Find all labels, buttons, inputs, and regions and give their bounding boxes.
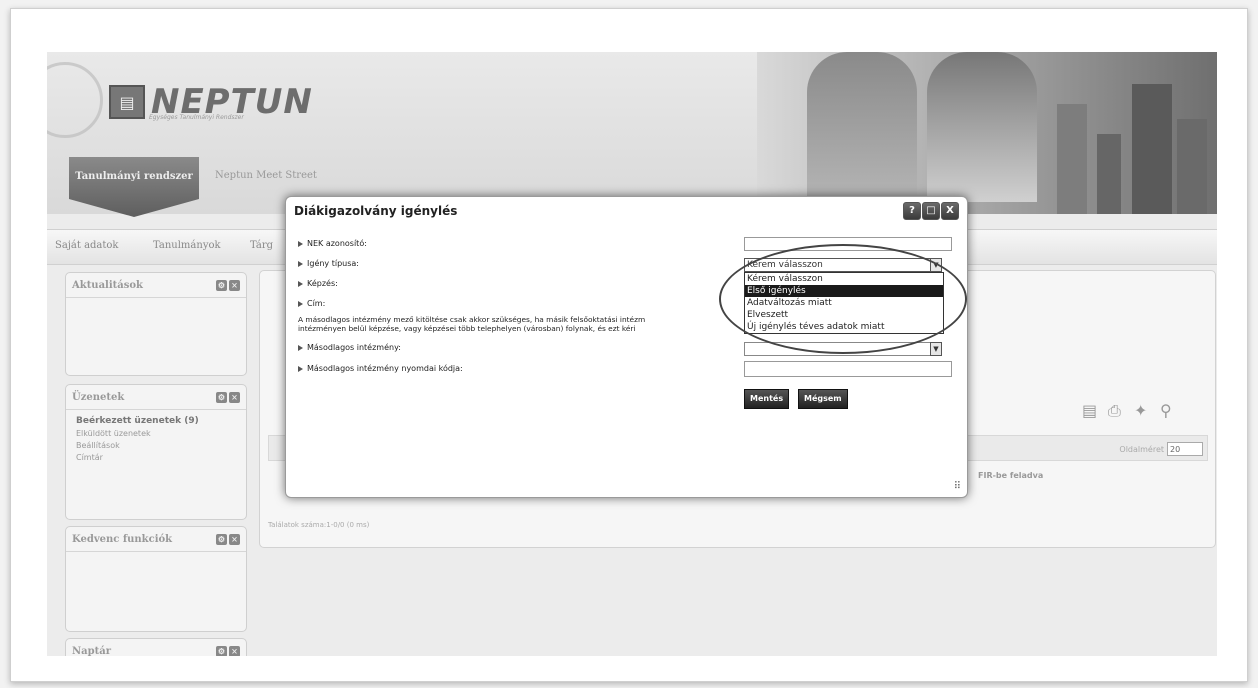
panel-settings-icon[interactable]: ⚙	[216, 645, 227, 656]
pin-icon[interactable]: ✦	[1134, 401, 1152, 420]
row-nek: NEK azonosító:	[298, 239, 367, 248]
secondary-institution-note: A másodlagos intézmény mező kitöltése cs…	[298, 315, 748, 333]
link-elkuldott-uzenetek[interactable]: Elküldött üzenetek	[76, 429, 246, 438]
panel-title: Kedvenc funkciók	[72, 533, 173, 545]
logo-book-icon: ▤	[109, 85, 145, 119]
student-male-photo	[807, 52, 917, 202]
maximize-icon[interactable]: □	[922, 202, 940, 220]
bullet-icon	[298, 240, 303, 247]
panel-naptar: Naptár ⚙ ×	[65, 638, 247, 656]
cancel-button[interactable]: Mégsem	[798, 389, 848, 409]
panel-close-icon[interactable]: ×	[229, 279, 240, 291]
skyline-building	[1097, 134, 1121, 214]
results-count: Találatok száma:1-0/0 (0 ms)	[268, 521, 370, 529]
menu-tanulmanyok[interactable]: Tanulmányok	[153, 240, 221, 251]
panel-header: Naptár ⚙ ×	[66, 639, 246, 656]
highlight-ellipse	[719, 244, 967, 354]
tab-tanulmanyi-rendszer[interactable]: Tanulmányi rendszer	[69, 157, 199, 217]
panel-settings-icon[interactable]: ⚙	[216, 533, 227, 545]
page-size-control: Oldalméret 20	[1119, 442, 1203, 456]
panel-header: Aktualitások ⚙ ×	[66, 273, 246, 298]
label-cim: Cím:	[307, 299, 326, 308]
menu-sajat-adatok[interactable]: Saját adatok	[55, 240, 119, 251]
label-nek-azonosito: NEK azonosító:	[307, 239, 367, 248]
panel-header: Kedvenc funkciók ⚙ ×	[66, 527, 246, 552]
panel-title: Naptár	[72, 645, 111, 657]
print-icon[interactable]: ⎙	[1108, 401, 1126, 420]
skyline-building	[1057, 104, 1087, 214]
bullet-icon	[298, 300, 303, 307]
help-icon[interactable]: ?	[903, 202, 921, 220]
row-kepzes: Képzés:	[298, 279, 338, 288]
label-igeny-tipusa: Igény típusa:	[307, 259, 359, 268]
bullet-icon	[298, 344, 303, 351]
panel-close-icon[interactable]: ×	[229, 391, 240, 403]
label-kepzes: Képzés:	[307, 279, 338, 288]
link-beallitasok[interactable]: Beállítások	[76, 441, 246, 450]
close-icon[interactable]: X	[941, 202, 959, 220]
page-size-select[interactable]: 20	[1167, 442, 1203, 456]
panel-kedvenc-funkciok: Kedvenc funkciók ⚙ ×	[65, 526, 247, 632]
skyline-building	[1177, 119, 1207, 214]
resize-grip-icon[interactable]: ⠿	[954, 481, 961, 492]
link-cimtar[interactable]: Címtár	[76, 453, 246, 462]
panel-close-icon[interactable]: ×	[229, 645, 240, 656]
panel-title: Üzenetek	[72, 391, 125, 403]
panel-title: Aktualitások	[72, 279, 143, 291]
row-cim: Cím:	[298, 299, 325, 308]
label-nyomdai-kod: Másodlagos intézmény nyomdai kódja:	[307, 364, 463, 373]
row-masodlagos-intezmeny: Másodlagos intézmény:	[298, 343, 401, 352]
panel-settings-icon[interactable]: ⚙	[216, 391, 227, 403]
tab-neptun-meet-street[interactable]: Neptun Meet Street	[215, 170, 317, 181]
link-beerkezett-uzenetek[interactable]: Beérkezett üzenetek (9)	[76, 416, 246, 426]
dialog-controls: ? □ X	[902, 202, 959, 220]
note-line: A másodlagos intézmény mező kitöltése cs…	[298, 315, 646, 324]
row-nyomdai-kod: Másodlagos intézmény nyomdai kódja:	[298, 364, 463, 373]
panel-settings-icon[interactable]: ⚙	[216, 279, 227, 291]
menu-targyak[interactable]: Tárg	[250, 240, 273, 251]
note-line: intézményen belül képzése, vagy képzései…	[298, 324, 636, 333]
panel-header: Üzenetek ⚙ ×	[66, 385, 246, 410]
skyline-building	[1132, 84, 1172, 214]
panel-aktualitasok: Aktualitások ⚙ ×	[65, 272, 247, 376]
bullet-icon	[298, 260, 303, 267]
chevron-down-icon[interactable]: ▼	[930, 342, 942, 356]
dialog-title: Diákigazolvány igénylés	[294, 204, 458, 218]
header-banner: ▤ NEPTUN Egységes Tanulmányi Rendszer Ta…	[47, 52, 1217, 217]
logo-subtitle: Egységes Tanulmányi Rendszer	[149, 114, 244, 121]
page-size-label: Oldalméret	[1119, 444, 1164, 454]
nyomdai-kod-input[interactable]	[744, 361, 952, 377]
panel-close-icon[interactable]: ×	[229, 533, 240, 545]
bullet-icon	[298, 365, 303, 372]
save-button[interactable]: Mentés	[744, 389, 790, 409]
bullet-icon	[298, 280, 303, 287]
export-icon[interactable]: ▤	[1082, 401, 1100, 420]
decorative-swirl	[47, 62, 103, 138]
label-masodlagos-intezmeny: Másodlagos intézmény:	[307, 343, 401, 352]
panel-uzenetek: Üzenetek ⚙ × Beérkezett üzenetek (9) Elk…	[65, 384, 247, 520]
student-female-photo	[927, 52, 1037, 202]
column-fir-be-feladva[interactable]: FIR-be feladva	[978, 471, 1043, 480]
search-icon[interactable]: ⚲	[1160, 401, 1178, 420]
row-igeny-tipusa: Igény típusa:	[298, 259, 359, 268]
